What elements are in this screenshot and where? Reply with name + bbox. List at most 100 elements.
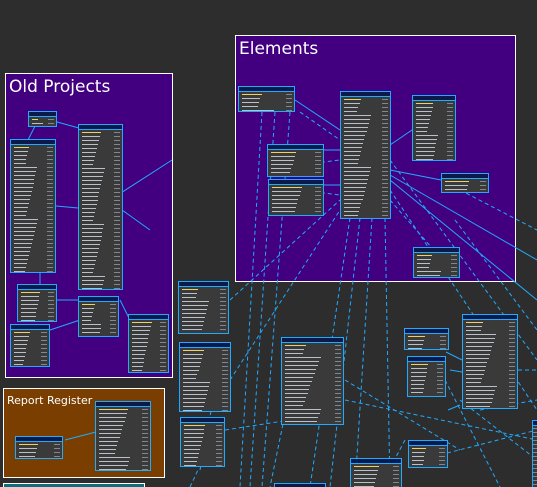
table-header	[409, 441, 447, 446]
table-field-row	[21, 315, 54, 318]
table-field-row	[416, 110, 453, 113]
table-field-row	[21, 299, 54, 302]
table-old-projects-bottom[interactable]	[10, 324, 50, 367]
table-field-row	[411, 367, 443, 370]
table-field-row	[99, 420, 148, 423]
table-header	[463, 315, 517, 320]
table-field-row	[242, 105, 292, 108]
table-report-register-main[interactable]	[95, 401, 151, 471]
table-field-row	[182, 300, 226, 303]
table-field-row	[82, 163, 120, 166]
table-field-row	[417, 254, 457, 257]
table-canvas-b[interactable]	[179, 342, 231, 412]
diagram-canvas[interactable]: Old Projects Elements Report Register	[0, 0, 537, 487]
table-elements-main[interactable]	[340, 91, 391, 219]
table-field-row	[14, 150, 53, 153]
table-canvas-k[interactable]	[532, 420, 537, 487]
table-field-row	[82, 195, 120, 198]
table-field-row	[271, 151, 321, 154]
table-field-row	[99, 436, 148, 439]
table-field-row	[82, 235, 120, 238]
table-field-row	[99, 440, 148, 443]
table-field-row	[182, 320, 226, 323]
table-field-row	[82, 247, 120, 250]
table-old-projects-small[interactable]	[28, 111, 57, 127]
table-elements-lowleft[interactable]	[268, 179, 324, 216]
table-field-row	[285, 348, 341, 351]
table-header	[405, 329, 448, 334]
table-header	[239, 87, 294, 92]
table-elements-bottom[interactable]	[413, 247, 460, 278]
table-canvas-d[interactable]	[281, 337, 344, 425]
table-field-row	[285, 388, 341, 391]
table-field-row	[82, 171, 120, 174]
table-field-row	[19, 443, 60, 446]
table-field-row	[271, 163, 321, 166]
table-field-row	[344, 126, 388, 129]
table-field-row	[416, 134, 453, 137]
table-field-row	[82, 283, 120, 286]
table-field-row	[184, 440, 222, 443]
table-field-row	[466, 361, 515, 364]
table-field-row	[14, 347, 47, 350]
table-field-row	[344, 202, 388, 205]
table-field-row	[417, 266, 457, 269]
table-old-projects-right[interactable]	[128, 314, 169, 373]
table-old-projects-link[interactable]	[78, 296, 119, 337]
group-bottom-area[interactable]	[3, 483, 145, 487]
table-field-row	[14, 234, 53, 237]
table-canvas-a[interactable]	[178, 281, 229, 334]
table-field-row	[416, 102, 453, 105]
table-canvas-i[interactable]	[350, 458, 402, 487]
table-field-row	[416, 150, 453, 153]
table-canvas-e[interactable]	[404, 328, 449, 350]
table-field-row	[416, 138, 453, 141]
table-field-row	[14, 266, 53, 269]
table-canvas-h[interactable]	[408, 440, 448, 468]
table-header	[16, 437, 62, 442]
table-field-row	[82, 303, 116, 306]
table-field-row	[466, 405, 515, 408]
table-field-row	[466, 337, 515, 340]
table-elements-right[interactable]	[412, 95, 456, 161]
table-field-row	[32, 122, 54, 125]
table-field-row	[82, 227, 120, 230]
table-field-row	[242, 97, 292, 100]
table-field-row	[271, 155, 321, 158]
table-field-row	[285, 356, 341, 359]
table-field-row	[14, 210, 53, 213]
table-old-projects-left[interactable]	[10, 139, 56, 273]
table-field-row	[183, 349, 228, 352]
table-header	[414, 248, 459, 253]
table-canvas-c[interactable]	[180, 417, 225, 467]
table-field-row	[132, 357, 166, 360]
table-header	[533, 421, 537, 426]
table-field-row	[417, 258, 457, 261]
table-canvas-j[interactable]	[274, 483, 326, 487]
table-field-row	[344, 114, 388, 117]
table-field-row	[344, 146, 388, 149]
table-field-row	[184, 464, 222, 466]
table-old-projects-main[interactable]	[78, 124, 123, 290]
table-canvas-g[interactable]	[462, 314, 518, 409]
table-header	[79, 125, 122, 130]
table-old-projects-mid[interactable]	[17, 284, 57, 322]
table-field-row	[344, 110, 388, 113]
table-canvas-f[interactable]	[407, 356, 446, 397]
table-field-row	[445, 184, 486, 187]
table-report-register-small[interactable]	[15, 436, 63, 459]
table-field-row	[82, 327, 116, 330]
table-field-row	[285, 416, 341, 419]
table-elements-midleft[interactable]	[267, 144, 324, 177]
table-field-row	[183, 381, 228, 384]
table-field-row	[272, 194, 321, 197]
table-field-row	[466, 345, 515, 348]
table-field-row	[82, 151, 120, 154]
table-field-row	[183, 397, 228, 400]
table-field-row	[132, 365, 166, 368]
table-elements-rightlink[interactable]	[441, 173, 489, 193]
table-field-row	[344, 142, 388, 145]
table-field-row	[416, 106, 453, 109]
table-header	[181, 418, 224, 423]
table-elements-topleft[interactable]	[238, 86, 295, 112]
